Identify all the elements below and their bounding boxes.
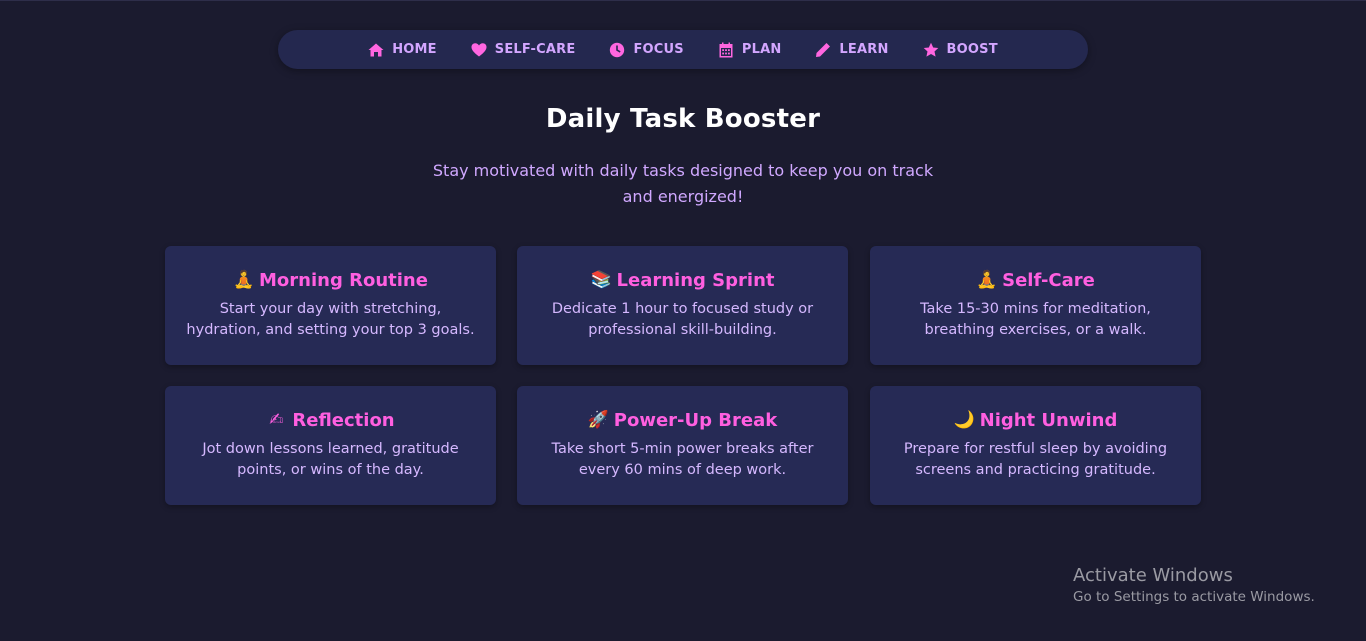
watermark-subtitle: Go to Settings to activate Windows. — [1073, 589, 1315, 605]
books-icon: 📚 — [590, 270, 612, 290]
card-title: 🧘 Self-Care — [870, 267, 1201, 293]
task-card-night-unwind: 🌙 Night Unwind Prepare for restful sleep… — [870, 386, 1201, 505]
nav-item-plan[interactable]: PLAN — [718, 42, 782, 58]
nav-item-learn[interactable]: LEARN — [815, 42, 888, 58]
page-title: Daily Task Booster — [545, 104, 821, 134]
card-description: Jot down lessons learned, gratitude poin… — [165, 439, 496, 481]
card-title: 🌙 Night Unwind — [870, 407, 1201, 433]
card-description: Take 15-30 mins for meditation, breathin… — [870, 299, 1201, 341]
card-title: ✍ Reflection — [165, 407, 496, 433]
nav-item-self-care[interactable]: SELF-CARE — [471, 42, 576, 58]
pencil-icon — [815, 42, 831, 58]
star-icon — [923, 42, 939, 58]
subtitle-line-2: and energized! — [622, 187, 744, 206]
task-card-reflection: ✍ Reflection Jot down lessons learned, g… — [165, 386, 496, 505]
task-card-power-up-break: 🚀 Power-Up Break Take short 5-min power … — [517, 386, 848, 505]
nav-item-label: HOME — [392, 42, 437, 57]
card-desc-line-2: every 60 mins of deep work. — [578, 462, 787, 478]
page: HOME SELF-CARE FOCUS PLAN LEARN BOOST Da… — [0, 0, 1366, 641]
card-title-text: Morning Routine — [259, 269, 428, 291]
nav-item-label: BOOST — [946, 42, 998, 57]
card-title-text: Self-Care — [1002, 269, 1095, 291]
top-navbar: HOME SELF-CARE FOCUS PLAN LEARN BOOST — [278, 30, 1088, 69]
card-title-text: Night Unwind — [979, 409, 1118, 431]
nav-item-home[interactable]: HOME — [368, 42, 437, 58]
writing-hand-icon: ✍ — [269, 410, 284, 430]
card-title: 📚 Learning Sprint — [517, 267, 848, 293]
watermark-title: Activate Windows — [1073, 565, 1233, 586]
nav-item-label: LEARN — [839, 42, 889, 57]
home-icon — [368, 42, 384, 58]
card-desc-line-1: Prepare for restful sleep by avoiding — [903, 441, 1168, 457]
card-desc-line-2: points, or wins of the day. — [237, 462, 424, 478]
nav-item-label: FOCUS — [633, 42, 684, 57]
task-card-morning-routine: 🧘 Morning Routine Start your day with st… — [165, 246, 496, 365]
card-title-text: Learning Sprint — [616, 269, 775, 291]
card-title: 🚀 Power-Up Break — [517, 407, 848, 433]
card-desc-line-1: Start your day with stretching, — [219, 301, 442, 317]
card-desc-line-2: hydration, and setting your top 3 goals. — [186, 322, 475, 338]
page-subtitle: Stay motivated with daily tasks designed… — [413, 158, 953, 210]
heart-icon — [471, 42, 487, 58]
meditation-icon: 🧘 — [233, 270, 255, 290]
card-desc-line-2: screens and practicing gratitude. — [915, 462, 1156, 478]
calendar-icon — [718, 42, 734, 58]
card-description: Dedicate 1 hour to focused study or prof… — [517, 299, 848, 341]
card-description: Take short 5-min power breaks after ever… — [517, 439, 848, 481]
meditation-icon: 🧘 — [976, 270, 998, 290]
card-desc-line-1: Dedicate 1 hour to focused study or — [551, 301, 814, 317]
task-card-self-care: 🧘 Self-Care Take 15-30 mins for meditati… — [870, 246, 1201, 365]
card-title: 🧘 Morning Routine — [165, 267, 496, 293]
nav-item-label: SELF-CARE — [494, 42, 576, 57]
nav-item-boost[interactable]: BOOST — [923, 42, 998, 58]
top-divider — [0, 0, 1366, 1]
card-desc-line-2: breathing exercises, or a walk. — [924, 322, 1147, 338]
card-description: Prepare for restful sleep by avoiding sc… — [870, 439, 1201, 481]
card-title-text: Power-Up Break — [613, 409, 778, 431]
task-card-learning-sprint: 📚 Learning Sprint Dedicate 1 hour to foc… — [517, 246, 848, 365]
activate-windows-watermark: Activate Windows Go to Settings to activ… — [1073, 565, 1315, 605]
card-description: Start your day with stretching, hydratio… — [165, 299, 496, 341]
nav-item-label: PLAN — [741, 42, 782, 57]
card-desc-line-1: Take short 5-min power breaks after — [551, 441, 814, 457]
card-desc-line-1: Take 15-30 mins for meditation, — [920, 301, 1151, 317]
subtitle-line-1: Stay motivated with daily tasks designed… — [432, 161, 934, 180]
rocket-icon: 🚀 — [587, 410, 609, 430]
card-title-text: Reflection — [292, 409, 395, 431]
card-desc-line-1: Jot down lessons learned, gratitude — [202, 441, 459, 457]
clock-icon — [609, 42, 625, 58]
card-desc-line-2: professional skill-building. — [588, 322, 777, 338]
nav-item-focus[interactable]: FOCUS — [609, 42, 684, 58]
moon-icon: 🌙 — [953, 410, 975, 430]
